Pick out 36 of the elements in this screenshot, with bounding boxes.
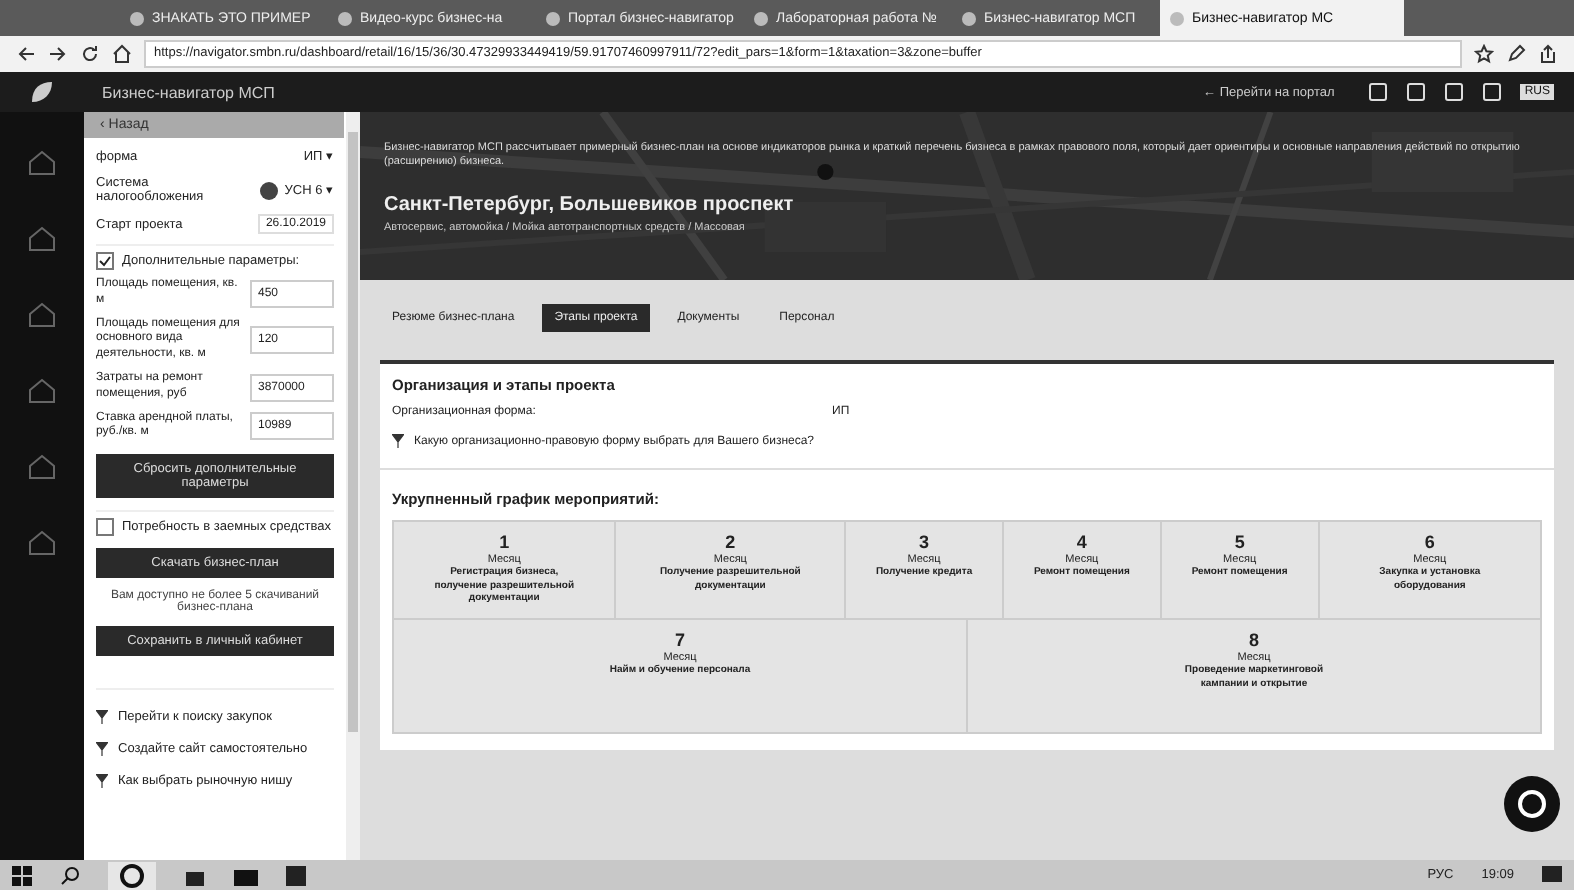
step-number: 7 bbox=[674, 630, 685, 650]
share-icon[interactable] bbox=[1538, 44, 1558, 64]
pen-icon[interactable] bbox=[1506, 44, 1526, 64]
house-icon[interactable] bbox=[26, 148, 58, 176]
step-number: 5 bbox=[1234, 532, 1245, 552]
toolbar-square-icon[interactable] bbox=[1444, 82, 1465, 102]
app-title: Бизнес-навигатор МСП bbox=[102, 83, 275, 101]
toolbar-square-icon[interactable] bbox=[1406, 82, 1427, 102]
scrollbar-thumb[interactable] bbox=[348, 132, 358, 732]
house-icon[interactable] bbox=[26, 452, 58, 480]
step-number: 4 bbox=[1076, 532, 1087, 552]
chat-bubble-icon bbox=[1516, 788, 1548, 820]
leaf-icon bbox=[28, 78, 56, 106]
checkbox[interactable] bbox=[96, 518, 114, 537]
chat-button[interactable] bbox=[1504, 776, 1560, 832]
house-icon[interactable] bbox=[26, 376, 58, 404]
step-number: 8 bbox=[1248, 630, 1259, 650]
checkbox[interactable] bbox=[96, 252, 114, 270]
home-icon[interactable] bbox=[112, 44, 132, 64]
location-title: Санкт-Петербург, Большевиков проспект bbox=[384, 193, 796, 216]
step-number: 3 bbox=[919, 532, 930, 552]
house-icon[interactable] bbox=[26, 300, 58, 328]
step-number: 2 bbox=[725, 532, 736, 552]
forward-icon[interactable] bbox=[48, 44, 68, 64]
star-icon[interactable] bbox=[1474, 44, 1494, 64]
browser-icon[interactable] bbox=[108, 861, 156, 889]
house-icon[interactable] bbox=[26, 528, 58, 556]
step-number: 6 bbox=[1424, 532, 1435, 552]
house-icon[interactable] bbox=[26, 224, 58, 252]
refresh-icon[interactable] bbox=[80, 44, 100, 64]
windows-start-icon[interactable] bbox=[12, 865, 32, 885]
toolbar-square-icon[interactable] bbox=[1368, 82, 1389, 102]
step-number: 1 bbox=[499, 532, 510, 552]
back-icon[interactable] bbox=[16, 44, 36, 64]
search-icon[interactable] bbox=[60, 865, 80, 885]
toolbar-square-icon[interactable] bbox=[1482, 82, 1503, 102]
